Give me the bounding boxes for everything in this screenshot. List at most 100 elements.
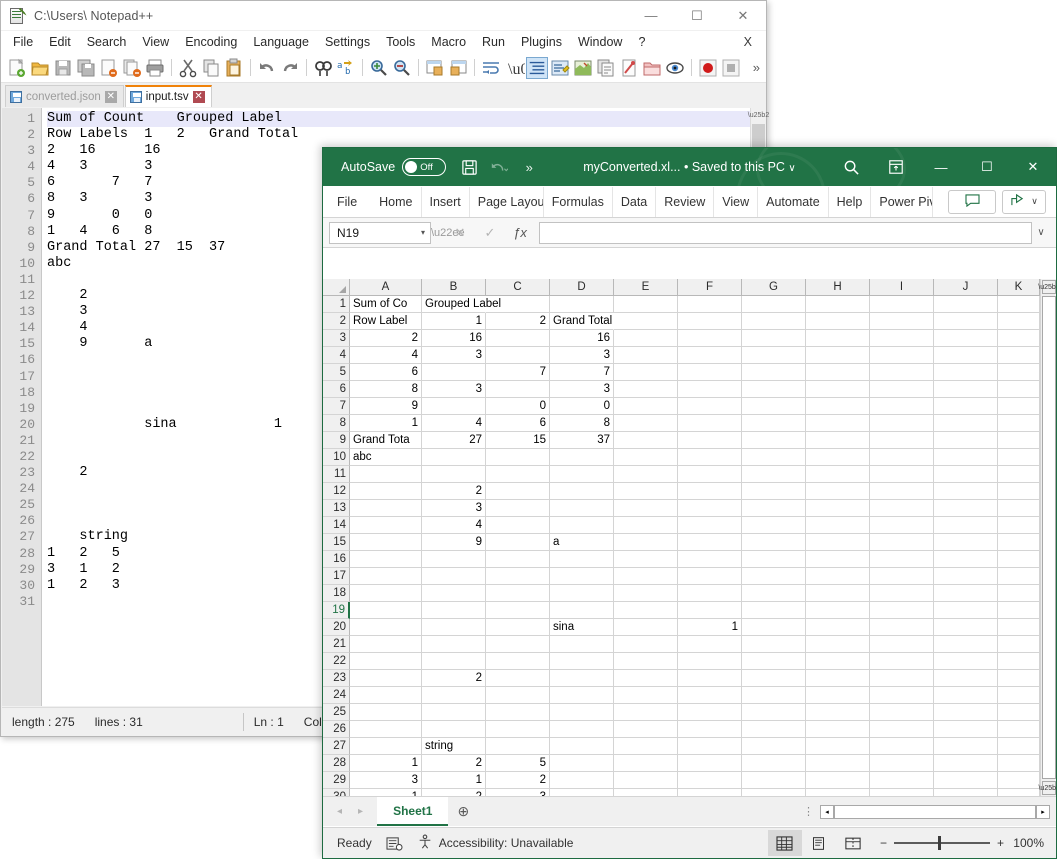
cell-I3[interactable] xyxy=(870,330,934,347)
cell-I30[interactable] xyxy=(870,789,934,796)
cell-A12[interactable] xyxy=(350,483,422,500)
cell-E6[interactable] xyxy=(614,381,678,398)
column-header-f[interactable]: F xyxy=(678,279,742,296)
cell-C19[interactable] xyxy=(486,602,550,619)
cell-D21[interactable] xyxy=(550,636,614,653)
cell-I16[interactable] xyxy=(870,551,934,568)
monitoring-icon[interactable] xyxy=(664,57,686,79)
cell-E30[interactable] xyxy=(614,789,678,796)
document-list-icon[interactable] xyxy=(595,57,617,79)
cell-D9[interactable]: 37 xyxy=(550,432,614,449)
cell-C26[interactable] xyxy=(486,721,550,738)
cell-I11[interactable] xyxy=(870,466,934,483)
cell-F28[interactable] xyxy=(678,755,742,772)
code-line[interactable]: Row Labels 1 2 Grand Total xyxy=(47,127,750,143)
close-icon[interactable]: ✕ xyxy=(192,91,205,103)
cell-C23[interactable] xyxy=(486,670,550,687)
cell-K18[interactable] xyxy=(998,585,1040,602)
cell-G1[interactable] xyxy=(742,296,806,313)
row-header-7[interactable]: 7 xyxy=(323,398,350,415)
cell-E16[interactable] xyxy=(614,551,678,568)
new-file-icon[interactable] xyxy=(6,57,28,79)
row-header-22[interactable]: 22 xyxy=(323,653,350,670)
cell-E28[interactable] xyxy=(614,755,678,772)
cell-B7[interactable] xyxy=(422,398,486,415)
cell-G22[interactable] xyxy=(742,653,806,670)
cell-B23[interactable]: 2 xyxy=(422,670,486,687)
cell-J27[interactable] xyxy=(934,738,998,755)
cell-D11[interactable] xyxy=(550,466,614,483)
cell-D18[interactable] xyxy=(550,585,614,602)
page-layout-view-icon[interactable] xyxy=(802,830,836,856)
close-icon[interactable]: ✕ xyxy=(104,90,117,103)
row-header-30[interactable]: 30 xyxy=(323,789,350,796)
cell-H27[interactable] xyxy=(806,738,870,755)
menu-edit[interactable]: Edit xyxy=(41,33,79,51)
confirm-entry-button[interactable]: ✓ xyxy=(475,222,505,244)
cell-B14[interactable]: 4 xyxy=(422,517,486,534)
hscroll-track[interactable] xyxy=(834,804,1036,819)
cell-E26[interactable] xyxy=(614,721,678,738)
cell-F26[interactable] xyxy=(678,721,742,738)
row-header-12[interactable]: 12 xyxy=(323,483,350,500)
cell-C20[interactable] xyxy=(486,619,550,636)
zoom-knob[interactable] xyxy=(937,836,941,850)
cell-E15[interactable] xyxy=(614,534,678,551)
tab-file[interactable]: File xyxy=(323,187,371,217)
cell-G28[interactable] xyxy=(742,755,806,772)
cell-K28[interactable] xyxy=(998,755,1040,772)
cell-K30[interactable] xyxy=(998,789,1040,796)
menu-language[interactable]: Language xyxy=(245,33,317,51)
cell-B25[interactable] xyxy=(422,704,486,721)
cell-H18[interactable] xyxy=(806,585,870,602)
formula-bar-grip[interactable]: \u22ee xyxy=(431,227,465,239)
cell-K7[interactable] xyxy=(998,398,1040,415)
cell-B17[interactable] xyxy=(422,568,486,585)
column-header-j[interactable]: J xyxy=(934,279,998,296)
cell-G25[interactable] xyxy=(742,704,806,721)
cell-J24[interactable] xyxy=(934,687,998,704)
cell-E20[interactable] xyxy=(614,619,678,636)
cell-A13[interactable] xyxy=(350,500,422,517)
cell-D22[interactable] xyxy=(550,653,614,670)
cell-I19[interactable] xyxy=(870,602,934,619)
cell-H21[interactable] xyxy=(806,636,870,653)
cell-G7[interactable] xyxy=(742,398,806,415)
cell-H26[interactable] xyxy=(806,721,870,738)
cell-A18[interactable] xyxy=(350,585,422,602)
record-macro-icon[interactable] xyxy=(386,836,403,851)
row-header-5[interactable]: 5 xyxy=(323,364,350,381)
cell-J28[interactable] xyxy=(934,755,998,772)
cell-D27[interactable] xyxy=(550,738,614,755)
row-header-24[interactable]: 24 xyxy=(323,687,350,704)
autosave-control[interactable]: AutoSave Off xyxy=(341,158,447,176)
cell-I5[interactable] xyxy=(870,364,934,381)
cell-H22[interactable] xyxy=(806,653,870,670)
cell-B4[interactable]: 3 xyxy=(422,347,486,364)
cell-B26[interactable] xyxy=(422,721,486,738)
cell-A1[interactable]: Sum of Co xyxy=(350,296,422,313)
row-header-16[interactable]: 16 xyxy=(323,551,350,568)
cell-A25[interactable] xyxy=(350,704,422,721)
row-header-25[interactable]: 25 xyxy=(323,704,350,721)
cell-F13[interactable] xyxy=(678,500,742,517)
cell-K3[interactable] xyxy=(998,330,1040,347)
row-header-14[interactable]: 14 xyxy=(323,517,350,534)
tab-automate[interactable]: Automate xyxy=(758,186,829,217)
cell-D25[interactable] xyxy=(550,704,614,721)
cell-I14[interactable] xyxy=(870,517,934,534)
cell-C8[interactable]: 6 xyxy=(486,415,550,432)
cell-J20[interactable] xyxy=(934,619,998,636)
cell-I26[interactable] xyxy=(870,721,934,738)
cell-F17[interactable] xyxy=(678,568,742,585)
cell-E22[interactable] xyxy=(614,653,678,670)
cell-B20[interactable] xyxy=(422,619,486,636)
show-all-characters-icon[interactable]: \u00b6 xyxy=(503,57,525,79)
cell-H28[interactable] xyxy=(806,755,870,772)
cell-I15[interactable] xyxy=(870,534,934,551)
cell-C6[interactable] xyxy=(486,381,550,398)
cell-H12[interactable] xyxy=(806,483,870,500)
cell-I8[interactable] xyxy=(870,415,934,432)
tab-input-tsv[interactable]: input.tsv ✕ xyxy=(124,85,212,107)
cell-D19[interactable] xyxy=(550,602,614,619)
